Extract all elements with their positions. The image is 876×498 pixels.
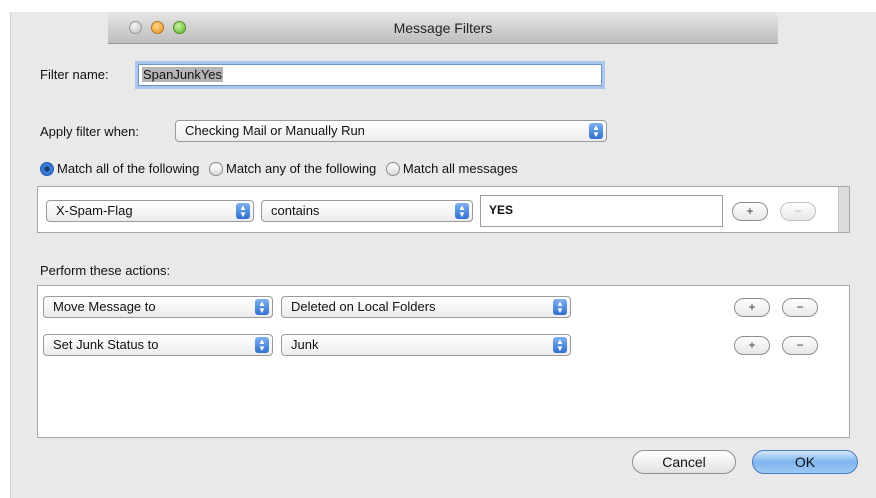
action-target-popup[interactable]: Junk ▲ ▼ <box>281 334 571 356</box>
action-type-popup[interactable]: Set Junk Status to ▲ ▼ <box>43 334 273 356</box>
filter-name-value: SpanJunkYes <box>142 67 224 82</box>
condition-operator-value: contains <box>271 203 320 218</box>
condition-field-popup[interactable]: X-Spam-Flag ▲ ▼ <box>46 200 254 222</box>
add-action-button[interactable]: + <box>734 336 770 355</box>
apply-filter-popup[interactable]: Checking Mail or Manually Run ▲ ▼ <box>175 120 607 142</box>
window-title: Message Filters <box>393 20 493 36</box>
match-any-label: Match any of the following <box>225 161 377 176</box>
cancel-button[interactable]: Cancel <box>632 450 736 474</box>
up-down-arrows-icon: ▲ ▼ <box>455 203 469 219</box>
match-any-radio[interactable]: Match any of the following <box>208 161 377 176</box>
remove-condition-button[interactable]: − <box>780 202 816 221</box>
remove-action-button[interactable]: − <box>782 336 818 355</box>
condition-operator-popup[interactable]: contains ▲ ▼ <box>261 200 473 222</box>
condition-field-value: X-Spam-Flag <box>56 203 133 218</box>
up-down-arrows-icon: ▲ ▼ <box>553 337 567 353</box>
up-down-arrows-icon: ▲ ▼ <box>255 299 269 315</box>
action-target-value: Deleted on Local Folders <box>291 299 436 314</box>
actions-heading: Perform these actions: <box>40 263 171 278</box>
filter-name-field[interactable]: SpanJunkYes <box>138 64 602 86</box>
title-bar[interactable]: Message Filters <box>108 12 778 44</box>
ok-button[interactable]: OK <box>752 450 858 474</box>
action-type-popup[interactable]: Move Message to ▲ ▼ <box>43 296 273 318</box>
add-action-button[interactable]: + <box>734 298 770 317</box>
up-down-arrows-icon: ▲ ▼ <box>589 123 603 139</box>
action-target-popup[interactable]: Deleted on Local Folders ▲ ▼ <box>281 296 571 318</box>
match-radio-group: Match all of the following Match any of … <box>40 161 518 176</box>
remove-action-button[interactable]: − <box>782 298 818 317</box>
radio-unselected-icon <box>208 162 223 176</box>
apply-filter-label: Apply filter when: <box>40 124 139 139</box>
apply-filter-value: Checking Mail or Manually Run <box>185 123 365 138</box>
match-all-messages-radio[interactable]: Match all messages <box>385 161 518 176</box>
filter-name-label: Filter name: <box>40 67 109 82</box>
match-all-messages-label: Match all messages <box>402 161 518 176</box>
condition-value-field[interactable]: YES <box>480 195 723 227</box>
action-type-value: Move Message to <box>53 299 156 314</box>
match-all-radio[interactable]: Match all of the following <box>40 161 199 176</box>
match-all-label: Match all of the following <box>57 161 200 176</box>
action-type-value: Set Junk Status to <box>53 337 159 352</box>
radio-selected-icon <box>40 162 54 176</box>
up-down-arrows-icon: ▲ ▼ <box>553 299 567 315</box>
radio-unselected-icon <box>385 162 400 176</box>
up-down-arrows-icon: ▲ ▼ <box>236 203 250 219</box>
conditions-scrollbar[interactable] <box>838 187 849 232</box>
action-target-value: Junk <box>291 337 319 352</box>
add-condition-button[interactable]: + <box>732 202 768 221</box>
up-down-arrows-icon: ▲ ▼ <box>255 337 269 353</box>
